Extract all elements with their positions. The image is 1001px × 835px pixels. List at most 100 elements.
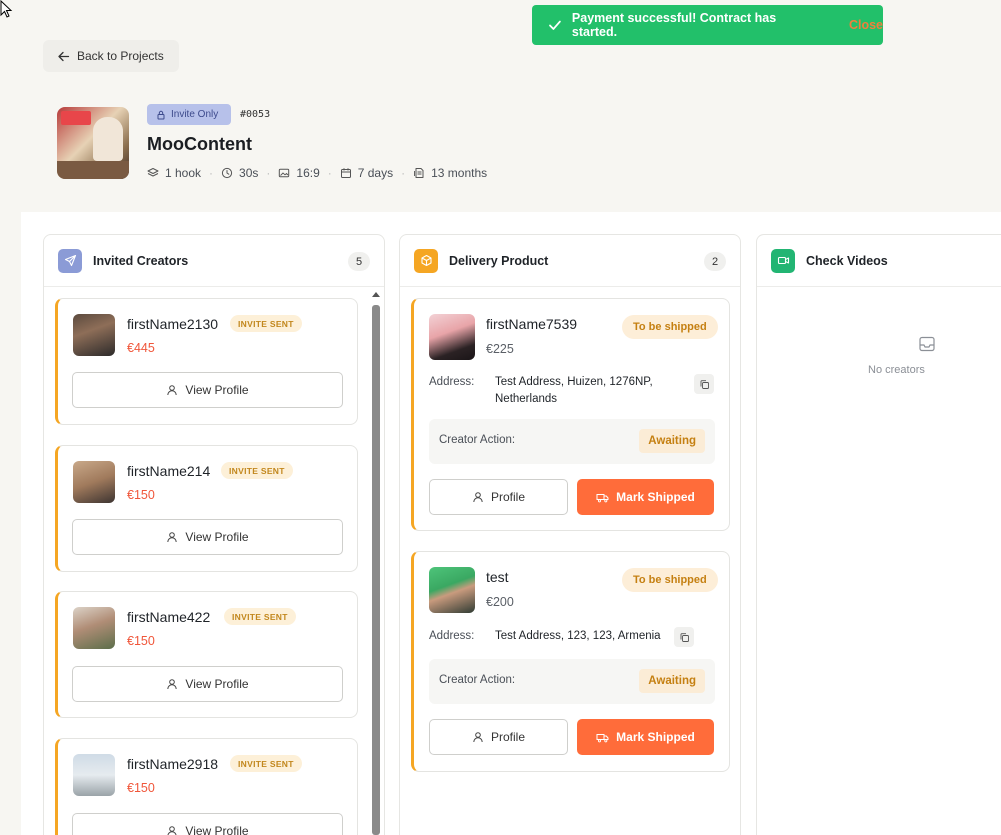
mark-shipped-button[interactable]: Mark Shipped: [577, 719, 714, 755]
user-icon: [167, 532, 178, 543]
delivery-card: firstName7539 €225 To be shipped Address…: [411, 298, 730, 531]
view-profile-button[interactable]: View Profile: [72, 813, 343, 835]
project-id: #0053: [240, 109, 271, 120]
view-profile-button[interactable]: View Profile: [72, 666, 343, 702]
empty-state-text: No creators: [868, 364, 925, 376]
column-header: Delivery Product 2: [400, 235, 740, 287]
send-icon: [58, 248, 82, 273]
mouse-cursor-icon: [0, 0, 13, 18]
creator-name: firstName2130: [127, 316, 219, 332]
column-count: 2: [704, 252, 726, 271]
avatar: [429, 567, 475, 613]
box-icon: [414, 248, 438, 273]
user-icon: [473, 732, 483, 743]
shipping-status-badge: To be shipped: [622, 568, 718, 592]
check-icon: [549, 20, 561, 30]
creator-action-box: Creator Action: Awaiting: [429, 659, 715, 704]
creator-price: €200: [486, 595, 514, 609]
address-value: Test Address, 123, 123, Armenia: [495, 630, 661, 642]
invite-sent-badge: INVITE SENT: [224, 608, 296, 625]
creator-price: €150: [127, 488, 155, 502]
meta-aspect: 16:9: [278, 166, 320, 180]
delivery-card: test €200 To be shipped Address: Test Ad…: [411, 551, 730, 772]
awaiting-badge: Awaiting: [639, 669, 705, 693]
clock-icon: [221, 167, 233, 179]
column-title: Check Videos: [806, 253, 888, 268]
address-value: Test Address, Huizen, 1276NP, Netherland…: [495, 376, 653, 405]
user-icon: [167, 826, 177, 835]
layers-icon: [147, 168, 159, 177]
avatar: [73, 754, 115, 796]
meta-hooks: 1 hook: [147, 166, 201, 180]
invite-only-badge: Invite Only: [147, 104, 231, 125]
copy-address-button[interactable]: [694, 374, 714, 394]
column-header: Invited Creators 5: [44, 235, 384, 287]
profile-button[interactable]: Profile: [429, 479, 568, 515]
creator-name: test: [486, 569, 509, 585]
invite-sent-badge: INVITE SENT: [230, 315, 302, 332]
user-icon: [473, 492, 483, 503]
creator-name: firstName214: [127, 463, 211, 479]
toast-message: Payment successful! Contract has started…: [571, 11, 777, 39]
creator-price: €150: [127, 781, 155, 795]
calendar-icon: [340, 168, 351, 178]
truck-icon: [596, 733, 609, 742]
creator-action-box: Creator Action: Awaiting: [429, 419, 715, 464]
invite-sent-badge: INVITE SENT: [221, 462, 293, 479]
video-icon: [771, 248, 795, 273]
payment-toast: Payment successful! Contract has started…: [532, 5, 883, 45]
project-title: MooContent: [147, 134, 252, 154]
creator-card: firstName2130 INVITE SENT €445 View Prof…: [55, 298, 358, 425]
profile-button[interactable]: Profile: [429, 719, 568, 755]
avatar: [429, 314, 475, 360]
image-icon: [279, 168, 290, 178]
creator-action-label: Creator Action:: [439, 674, 516, 686]
creator-price: €225: [486, 342, 514, 356]
address-label: Address:: [429, 630, 475, 642]
creator-action-label: Creator Action:: [439, 434, 516, 446]
copy-address-button[interactable]: [674, 627, 694, 647]
lock-icon: [157, 110, 165, 119]
mark-shipped-button[interactable]: Mark Shipped: [577, 479, 714, 515]
creator-price: €150: [127, 634, 155, 648]
creator-name: firstName7539: [486, 316, 578, 332]
avatar: [73, 607, 115, 649]
creator-card: firstName422 INVITE SENT €150 View Profi…: [55, 591, 358, 718]
back-label: Back to Projects: [77, 49, 164, 63]
back-to-projects-button[interactable]: Back to Projects: [43, 40, 179, 72]
column-title: Invited Creators: [93, 253, 189, 268]
avatar: [73, 461, 115, 503]
creator-name: firstName2918: [127, 756, 219, 772]
user-icon: [167, 385, 178, 396]
contract-icon: [414, 168, 424, 178]
awaiting-badge: Awaiting: [639, 429, 705, 453]
creator-price: €445: [127, 341, 155, 355]
creator-name: firstName422: [127, 609, 211, 625]
column-header: Check Videos: [757, 235, 1001, 287]
avatar: [73, 314, 115, 356]
meta-contract-length: 13 months: [413, 166, 487, 180]
creator-card: firstName2918 INVITE SENT €150 View Prof…: [55, 738, 358, 835]
view-profile-button[interactable]: View Profile: [72, 372, 343, 408]
inbox-icon: [919, 336, 935, 352]
column-check-videos: Check Videos: [756, 234, 1001, 835]
column-title: Delivery Product: [449, 253, 549, 268]
toast-close-button[interactable]: Close: [849, 18, 883, 32]
address-label: Address:: [429, 376, 475, 388]
view-profile-button[interactable]: View Profile: [72, 519, 343, 555]
copy-icon: [700, 379, 709, 389]
scrollbar-thumb[interactable]: [372, 305, 380, 835]
user-icon: [167, 679, 178, 690]
project-thumbnail: [57, 107, 129, 179]
creator-card: firstName214 INVITE SENT €150 View Profi…: [55, 445, 358, 572]
arrow-left-icon: [58, 51, 70, 61]
truck-icon: [596, 493, 609, 502]
invite-sent-badge: INVITE SENT: [230, 755, 302, 772]
scroll-up-arrow[interactable]: [372, 292, 380, 297]
project-meta: 1 hook · 30s · 16:9 · 7 days · 13 months: [147, 166, 487, 180]
column-count: 5: [348, 252, 370, 271]
meta-duration: 30s: [221, 166, 258, 180]
shipping-status-badge: To be shipped: [622, 315, 718, 339]
copy-icon: [680, 632, 689, 642]
meta-days: 7 days: [340, 166, 393, 180]
